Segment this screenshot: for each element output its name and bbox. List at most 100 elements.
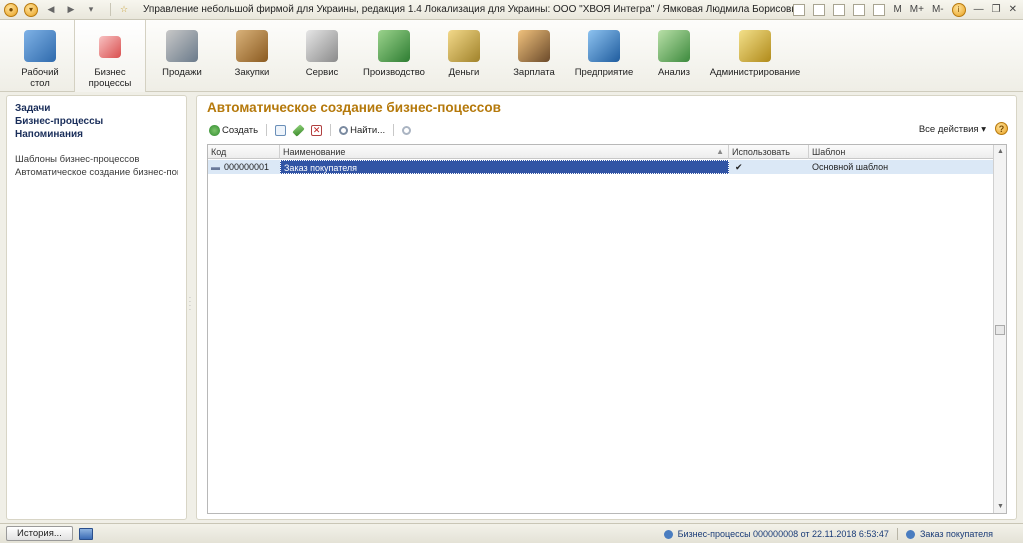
section-sales[interactable]: Продажи [154, 20, 210, 92]
forward-icon[interactable]: ▶ [64, 3, 78, 17]
create-label: Создать [222, 124, 259, 136]
table-row[interactable]: ▬ 000000001 Заказ покупателя ✔ Основной ш… [208, 160, 994, 174]
history-dropdown-icon[interactable]: ▾ [84, 3, 98, 17]
delete-button[interactable]: ✕ [309, 122, 324, 138]
section-enterprise[interactable]: Предприятие [574, 20, 634, 92]
cell-use-checkmark[interactable]: ✔ [729, 160, 809, 174]
row-type-icon: ▬ [211, 162, 220, 172]
memory-m-button[interactable]: M [893, 4, 901, 15]
scroll-up-icon[interactable]: ▲ [994, 145, 1006, 158]
production-icon [378, 30, 410, 62]
link-icon[interactable] [813, 3, 826, 16]
sort-ascending-icon: ▲ [716, 147, 724, 156]
administration-icon [739, 30, 771, 62]
left-navigation: Задачи Бизнес-процессы Напоминания Шабло… [6, 95, 187, 520]
calendar-icon[interactable] [833, 3, 846, 16]
nav-link-templates[interactable]: Шаблоны бизнес-процессов [15, 153, 178, 166]
title-bar: ● ▾ ◀ ▶ ▾ ☆ Управление небольшой фирмой … [0, 0, 1023, 20]
form-toolbar: Создать ✕ Найти... [207, 122, 413, 138]
nav-item-business-processes[interactable]: Бизнес-процессы [15, 115, 178, 128]
cancel-search-icon [402, 125, 412, 135]
help-icon[interactable]: ? [995, 122, 1008, 135]
panel-splitter[interactable]: · · · · [188, 294, 192, 316]
delete-icon: ✕ [311, 124, 323, 136]
section-desktop[interactable]: Рабочий стол [12, 20, 68, 92]
document-icon[interactable] [873, 3, 886, 16]
sales-icon [166, 30, 198, 62]
restore-button[interactable]: ❐ [992, 4, 1001, 15]
section-production[interactable]: Производство [362, 20, 426, 92]
back-icon[interactable]: ◀ [44, 3, 58, 17]
favorites-star-icon[interactable]: ☆ [117, 3, 131, 17]
column-header-use[interactable]: Использовать [729, 145, 809, 159]
info-icon [663, 529, 673, 539]
salary-icon [518, 30, 550, 62]
data-table: Код Наименование ▲ Использовать Шаблон ▬… [207, 144, 1007, 514]
section-business-processes[interactable]: Бизнес процессы [74, 20, 146, 92]
section-label: Сервис [305, 67, 339, 78]
status-message-link[interactable]: Бизнес-процессы 000000008 от 22.11.2018 … [678, 529, 889, 539]
nav-item-tasks[interactable]: Задачи [15, 102, 178, 115]
title-separator [110, 3, 111, 16]
info-icon[interactable]: i [951, 2, 966, 17]
find-button[interactable]: Найти... [337, 122, 387, 138]
column-header-name[interactable]: Наименование ▲ [280, 145, 729, 159]
title-controls: M M+ M- i — ❐ ✕ [793, 2, 1017, 17]
nav-item-reminders[interactable]: Напоминания [15, 128, 178, 141]
enterprise-icon [588, 30, 620, 62]
service-icon [306, 30, 338, 62]
scroll-down-icon[interactable]: ▼ [994, 500, 1006, 513]
section-analysis[interactable]: Анализ [646, 20, 702, 92]
section-administration[interactable]: Администрирование [709, 20, 801, 92]
status-message-link-2[interactable]: Заказ покупателя [920, 529, 993, 539]
app-menu-icon[interactable]: ● [4, 2, 18, 17]
edit-button[interactable] [291, 122, 306, 138]
status-bar: История... Бизнес-процессы 000000008 от … [0, 523, 1023, 543]
cell-code-text: 000000001 [224, 162, 270, 172]
vertical-scrollbar[interactable]: ▲ ▼ [993, 145, 1006, 513]
history-button[interactable]: История... [6, 526, 73, 541]
all-actions-label: Все действия [918, 124, 979, 135]
section-label: Деньги [448, 67, 480, 78]
info-icon [905, 529, 915, 539]
toolbar-separator [266, 124, 268, 136]
memory-minus-button[interactable]: M- [932, 4, 944, 15]
purchases-icon [236, 30, 268, 62]
all-actions-menu[interactable]: Все действия ▾ [919, 124, 986, 135]
analysis-icon [658, 30, 690, 62]
section-label: Рабочий стол [21, 67, 59, 89]
desktop-icon [24, 30, 56, 62]
memory-plus-button[interactable]: M+ [910, 4, 924, 15]
section-money[interactable]: Деньги [436, 20, 492, 92]
section-label: Производство [363, 67, 425, 78]
windows-icon[interactable] [78, 527, 93, 540]
section-salary[interactable]: Зарплата [506, 20, 562, 92]
section-purchases[interactable]: Закупки [224, 20, 280, 92]
section-label: Бизнес процессы [88, 67, 132, 89]
close-button[interactable]: ✕ [1009, 4, 1017, 15]
minimize-button[interactable]: — [974, 4, 984, 15]
nav-link-auto-creation[interactable]: Автоматическое создание бизнес-поцес... [15, 166, 178, 179]
cell-template: Основной шаблон [812, 162, 889, 172]
section-label: Администрирование [709, 67, 801, 78]
page-title: Автоматическое создание бизнес-поцессов [207, 100, 501, 115]
column-header-code[interactable]: Код [208, 145, 280, 159]
copy-icon [275, 124, 287, 136]
scroll-thumb[interactable] [995, 325, 1005, 335]
cancel-search-button[interactable] [400, 122, 413, 138]
create-icon [209, 124, 220, 136]
cell-name[interactable]: Заказ покупателя [280, 160, 729, 174]
cell-code: ▬ 000000001 [208, 160, 280, 174]
section-label: Закупки [234, 67, 270, 78]
main-menu-icon[interactable]: ▾ [24, 2, 38, 17]
window-title: Управление небольшой фирмой для Украины,… [143, 4, 793, 15]
copy-button[interactable] [273, 122, 288, 138]
create-button[interactable]: Создать [207, 122, 260, 138]
section-label: Предприятие [574, 67, 634, 78]
column-header-template[interactable]: Шаблон [809, 145, 994, 159]
main-panel: Автоматическое создание бизнес-поцессов … [196, 95, 1017, 520]
section-service[interactable]: Сервис [294, 20, 350, 92]
calculator-icon[interactable] [853, 3, 866, 16]
pencil-icon [292, 123, 305, 137]
star-link-icon[interactable] [793, 3, 806, 16]
